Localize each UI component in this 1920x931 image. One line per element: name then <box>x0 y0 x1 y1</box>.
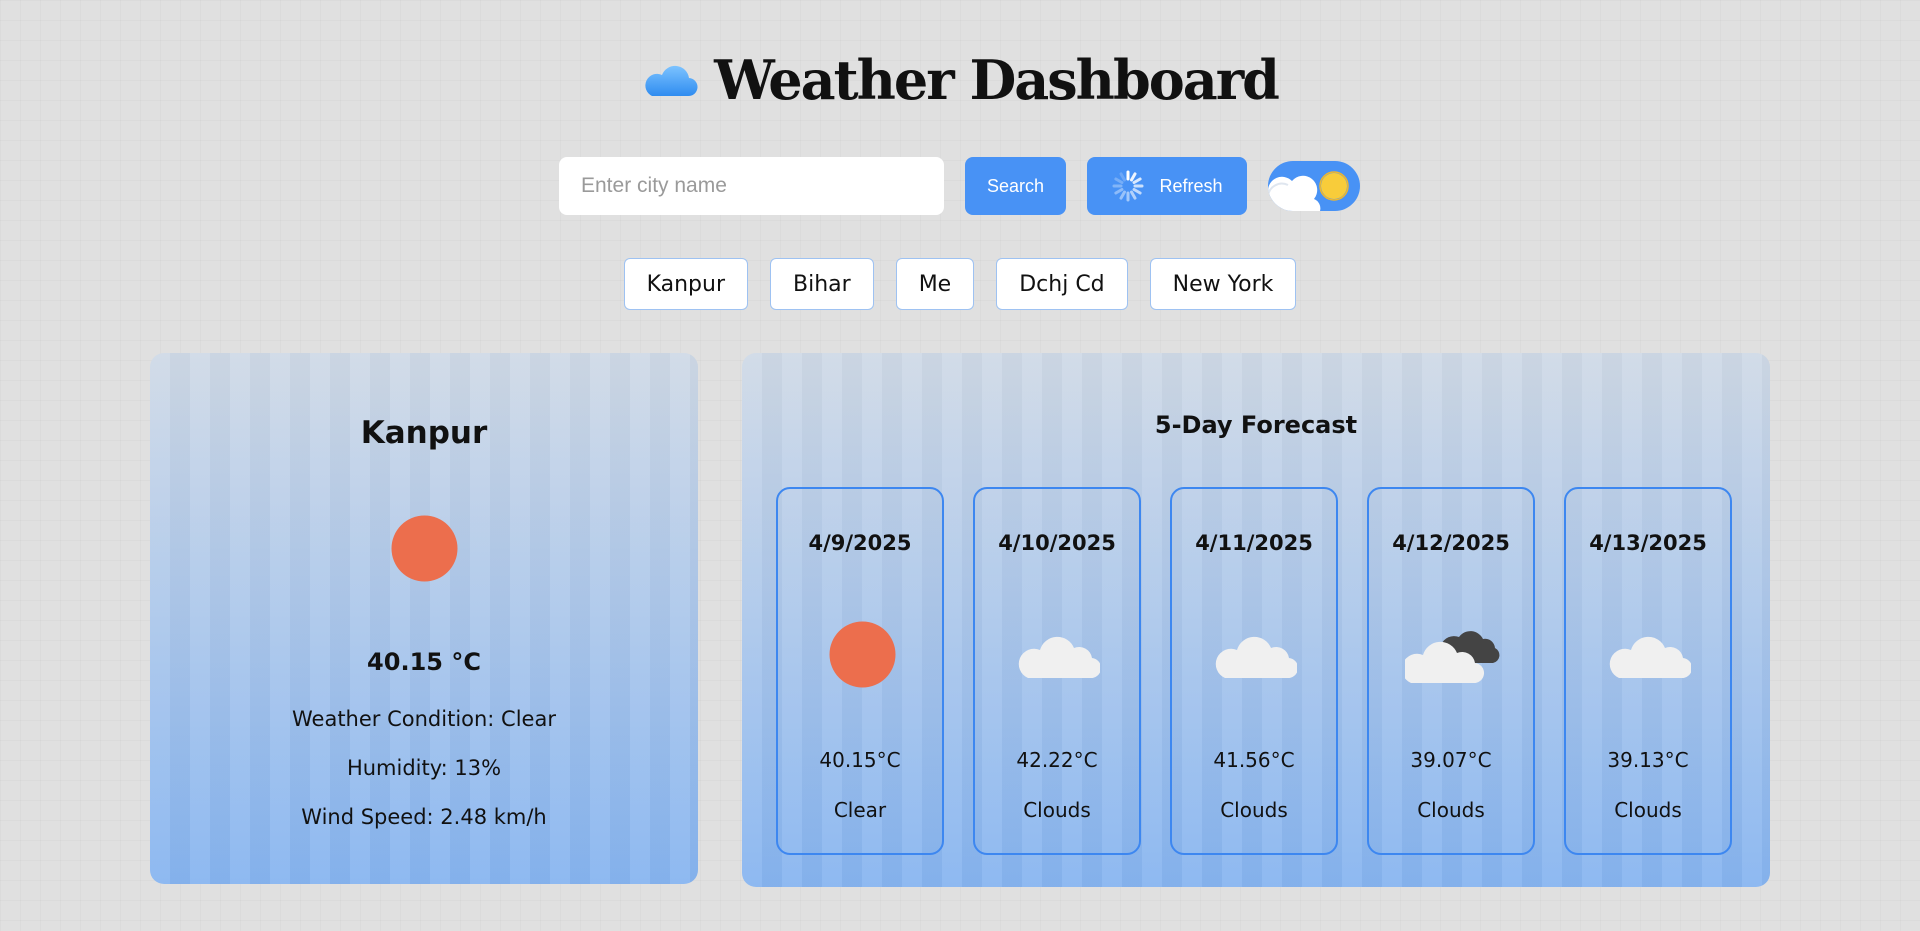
recent-city-chip[interactable]: New York <box>1149 258 1297 310</box>
cloud-icon <box>1018 636 1100 679</box>
recent-cities: Kanpur Bihar Me Dchj Cd New York <box>0 258 1920 310</box>
weather-condition: Weather Condition: Clear <box>292 707 556 731</box>
forecast-day: 4/9/2025 40.15°C Clear <box>776 487 944 855</box>
forecast-day: 4/12/2025 39.07°C Clouds <box>1367 487 1535 855</box>
refresh-button[interactable]: Refresh <box>1087 157 1247 215</box>
wind-speed: Wind Speed: 2.48 km/h <box>301 805 547 829</box>
refresh-label: Refresh <box>1159 175 1223 196</box>
forecast-title: 5-Day Forecast <box>1154 411 1358 439</box>
current-city-name: Kanpur <box>360 415 488 451</box>
forecast-condition: Clouds <box>1614 798 1682 822</box>
theme-toggle[interactable] <box>1268 161 1360 211</box>
forecast-condition: Clouds <box>1023 798 1091 822</box>
recent-city-chip[interactable]: Me <box>895 258 975 310</box>
cloud-sun-icon <box>1268 171 1349 211</box>
forecast-card: 5-Day Forecast 4/9/2025 40.15°C Clear 4/… <box>742 353 1770 887</box>
forecast-date: 4/13/2025 <box>1589 531 1707 555</box>
app-header: Weather Dashboard <box>0 44 1920 116</box>
forecast-date: 4/11/2025 <box>1195 531 1313 555</box>
forecast-temp: 41.56°C <box>1213 748 1295 772</box>
spinner-icon <box>1112 170 1144 202</box>
cloud-icon <box>1609 636 1691 679</box>
recent-city-chip[interactable]: Dchj Cd <box>996 258 1128 310</box>
forecast-date: 4/12/2025 <box>1392 531 1510 555</box>
cloud-icon <box>1215 636 1297 679</box>
recent-city-chip[interactable]: Kanpur <box>623 258 749 310</box>
forecast-temp: 40.15°C <box>819 748 901 772</box>
forecast-condition: Clouds <box>1417 798 1485 822</box>
humidity: Humidity: 13% <box>346 756 502 780</box>
broken-clouds-icon <box>1405 631 1500 684</box>
forecast-day: 4/13/2025 39.13°C Clouds <box>1564 487 1732 855</box>
current-weather-card: Kanpur 40.15 °C Weather Condition: Clear… <box>150 353 698 884</box>
forecast-temp: 39.07°C <box>1410 748 1492 772</box>
current-temperature: 40.15 °C <box>367 648 481 676</box>
city-search-input[interactable] <box>559 157 944 215</box>
forecast-condition: Clear <box>833 798 887 822</box>
forecast-date: 4/10/2025 <box>998 531 1116 555</box>
forecast-condition: Clouds <box>1220 798 1288 822</box>
forecast-day: 4/11/2025 41.56°C Clouds <box>1170 487 1338 855</box>
forecast-day: 4/10/2025 42.22°C Clouds <box>973 487 1141 855</box>
search-button[interactable]: Search <box>965 157 1066 215</box>
recent-city-chip[interactable]: Bihar <box>770 258 874 310</box>
sun-icon <box>829 621 895 687</box>
page-title: Weather Dashboard <box>714 48 1280 112</box>
cloud-icon <box>645 65 698 97</box>
forecast-date: 4/9/2025 <box>808 531 912 555</box>
forecast-temp: 39.13°C <box>1607 748 1689 772</box>
search-controls: Search Refresh <box>559 157 1360 215</box>
sun-icon <box>391 515 458 582</box>
forecast-temp: 42.22°C <box>1016 748 1098 772</box>
